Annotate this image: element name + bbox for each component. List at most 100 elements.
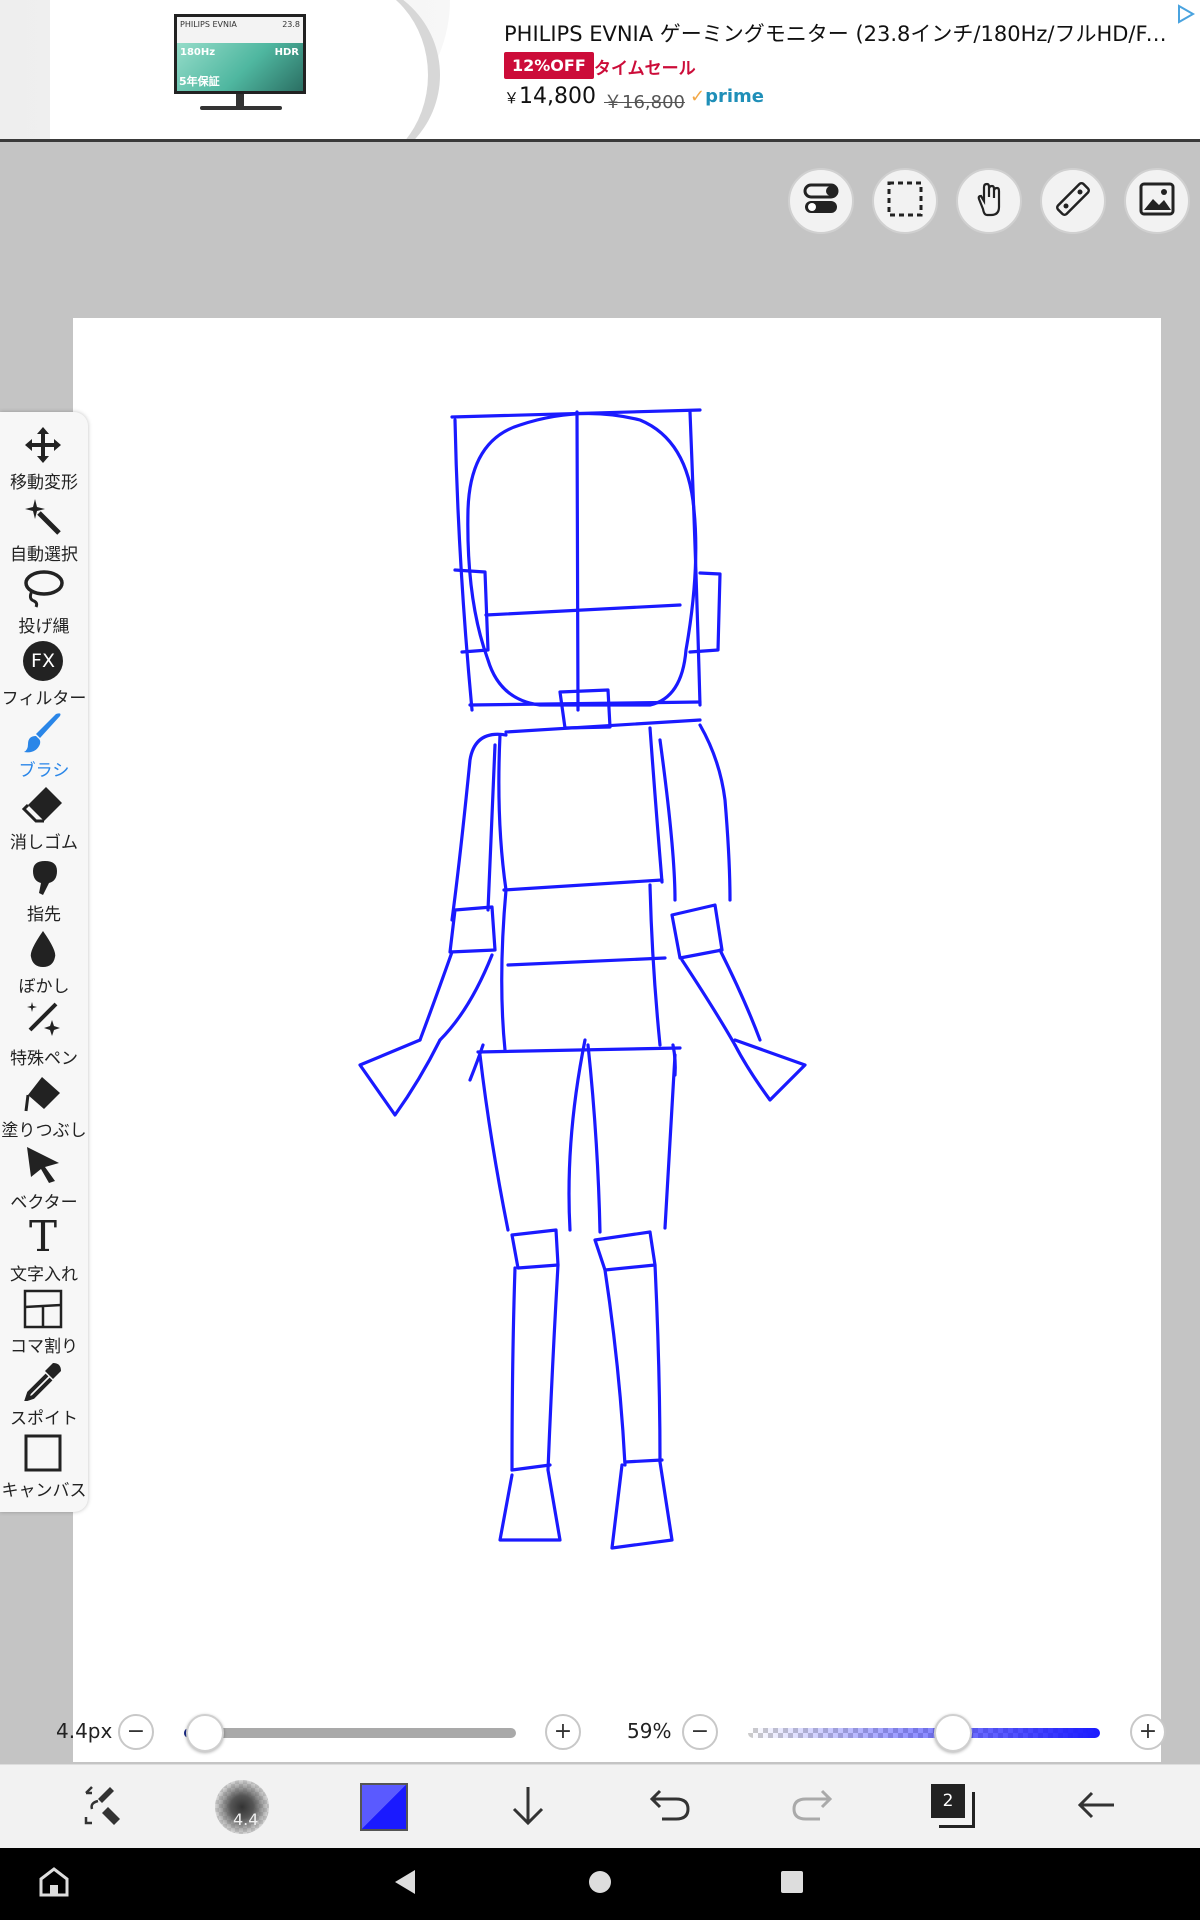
color-swatch: [360, 1783, 408, 1831]
tool-special-pen[interactable]: 特殊ペン: [0, 1000, 88, 1072]
nav-back-button[interactable]: [388, 1866, 424, 1902]
undo-button[interactable]: [642, 1781, 698, 1833]
undo-icon: [648, 1785, 692, 1829]
ad-discount-badge: 12%OFF: [504, 52, 594, 79]
tool-label: 塗りつぶし: [1, 1121, 87, 1141]
lasso-icon: [20, 568, 66, 610]
brush-eraser-swap-button[interactable]: [74, 1781, 130, 1833]
ad-monitor-warranty: 5年保証: [179, 75, 220, 88]
ad-monitor-size: 23.8: [282, 20, 300, 29]
ad-monitor-brand: PHILIPS EVNIA: [180, 20, 237, 29]
brush-preview-button[interactable]: 4.4: [214, 1780, 270, 1834]
tool-vector[interactable]: ベクター: [0, 1144, 88, 1216]
arrow-down-icon: [508, 1783, 548, 1831]
tool-filter[interactable]: FX フィルター: [0, 640, 88, 712]
opacity-knob[interactable]: [934, 1714, 972, 1752]
tool-label: キャンバス: [1, 1481, 87, 1501]
home-lock-icon: [37, 1865, 71, 1903]
opacity-label: 59%: [627, 1719, 672, 1743]
ad-monitor-hdr: HDR: [274, 47, 299, 58]
layers-button[interactable]: 2: [926, 1781, 982, 1833]
tool-label: フィルター: [1, 689, 87, 709]
magic-wand-icon: [20, 496, 66, 538]
tool-label: スポイト: [10, 1409, 78, 1429]
tool-move[interactable]: 移動変形: [0, 424, 88, 496]
nav-recents-button[interactable]: [774, 1866, 810, 1902]
fx-glyph: FX: [23, 641, 63, 681]
nav-home-button[interactable]: [582, 1866, 618, 1902]
image-icon: [1138, 180, 1176, 222]
tool-text[interactable]: T 文字入れ: [0, 1216, 88, 1288]
bottom-toolbar: 4.4 2: [0, 1764, 1200, 1848]
arrow-left-icon: [1074, 1785, 1118, 1829]
tool-blur[interactable]: ぼかし: [0, 928, 88, 1000]
ad-title[interactable]: PHILIPS EVNIA ゲーミングモニター (23.8インチ/180Hz/フ…: [504, 18, 1174, 48]
drawing-canvas[interactable]: [73, 318, 1161, 1762]
tool-canvas[interactable]: キャンバス: [0, 1432, 88, 1504]
tool-label: 自動選択: [10, 545, 78, 565]
brush-icon: [20, 712, 66, 754]
canvas-icon: [20, 1432, 66, 1474]
download-button[interactable]: [500, 1781, 556, 1833]
opacity-minus-button[interactable]: −: [682, 1714, 718, 1750]
tool-brush[interactable]: ブラシ: [0, 712, 88, 784]
brush-size-knob[interactable]: [186, 1714, 224, 1752]
tool-eraser[interactable]: 消しゴム: [0, 784, 88, 856]
tool-label: 投げ縄: [18, 617, 70, 637]
vector-arrow-icon: [20, 1144, 66, 1186]
tool-label: 文字入れ: [10, 1265, 78, 1285]
accessibility-button[interactable]: [36, 1866, 72, 1902]
toggle-icon: [801, 181, 841, 221]
color-button[interactable]: [356, 1781, 412, 1833]
opacity-track[interactable]: [748, 1728, 1100, 1738]
ad-prime-label: prime: [705, 86, 764, 107]
back-button[interactable]: [1068, 1781, 1124, 1833]
fill-bucket-icon: [20, 1072, 66, 1114]
ad-prime-badge: ✓prime: [690, 86, 764, 107]
move-icon: [20, 424, 66, 466]
prime-check-icon: ✓: [690, 86, 706, 107]
tool-panel-split[interactable]: コマ割り: [0, 1288, 88, 1360]
tool-label: ベクター: [10, 1193, 78, 1213]
ad-sale-label: タイムセール: [594, 59, 696, 79]
tool-auto-select[interactable]: 自動選択: [0, 496, 88, 568]
tool-label: ブラシ: [18, 761, 70, 781]
brush-sliders: 4.4px − + 59% − +: [0, 1710, 1200, 1756]
brush-eraser-swap-icon: [80, 1783, 124, 1831]
hand-tool-button[interactable]: [956, 168, 1022, 234]
system-nav-bar: [0, 1848, 1200, 1920]
ad-banner[interactable]: PHILIPS EVNIA 23.8 180Hz HDR 5年保証 PHILIP…: [0, 0, 1200, 142]
ad-info-icon[interactable]: [1176, 4, 1196, 24]
opacity-plus-button[interactable]: +: [1130, 1714, 1166, 1750]
ad-monitor-header: PHILIPS EVNIA 23.8: [177, 17, 303, 43]
tool-label: コマ割り: [10, 1337, 78, 1357]
ad-monitor-stand-base: [200, 106, 282, 110]
hand-icon: [969, 179, 1009, 223]
tool-lasso[interactable]: 投げ縄: [0, 568, 88, 640]
ad-product-image[interactable]: PHILIPS EVNIA 23.8 180Hz HDR 5年保証: [174, 14, 306, 94]
redo-button[interactable]: [784, 1781, 840, 1833]
ruler-button[interactable]: [1040, 168, 1106, 234]
eyedropper-icon: [20, 1360, 66, 1402]
triangle-back-icon: [393, 1868, 419, 1900]
toggle-settings-button[interactable]: [788, 168, 854, 234]
selection-button[interactable]: [872, 168, 938, 234]
brush-size-plus-button[interactable]: +: [545, 1714, 581, 1750]
layer-count: 2: [931, 1784, 965, 1818]
ad-price: ￥14,800: [504, 84, 596, 109]
circle-home-icon: [588, 1870, 612, 1898]
brush-size-track[interactable]: [184, 1728, 516, 1738]
tool-label: 移動変形: [10, 473, 78, 493]
brush-size-minus-button[interactable]: −: [118, 1714, 154, 1750]
ad-price-value: 14,800: [519, 84, 596, 109]
tool-eyedropper[interactable]: スポイト: [0, 1360, 88, 1432]
ruler-icon: [1053, 179, 1093, 223]
material-button[interactable]: [1124, 168, 1190, 234]
tool-finger[interactable]: 指先: [0, 856, 88, 928]
tool-fill[interactable]: 塗りつぶし: [0, 1072, 88, 1144]
fx-icon: FX: [20, 640, 66, 682]
ad-monitor-hz: 180Hz: [180, 47, 216, 58]
sketch-drawing: [358, 408, 807, 1550]
brush-preview-swatch: 4.4: [215, 1780, 269, 1834]
tool-panel: 移動変形 自動選択 投げ縄 FX フィルター ブラシ 消しゴム 指先 ぼかし 特…: [0, 412, 88, 1512]
